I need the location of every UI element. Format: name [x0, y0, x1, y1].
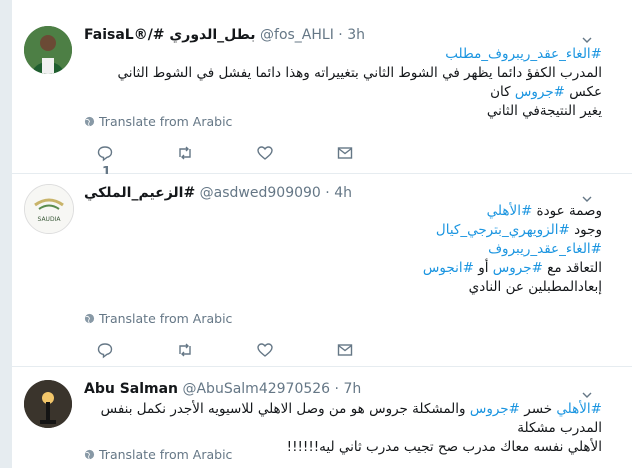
tweet-line: المدرب الكفؤ دائما يظهر في الشوط الثاني …	[84, 64, 602, 102]
hashtag-link[interactable]: #جروس	[470, 401, 520, 417]
separator: ·	[334, 381, 339, 397]
display-name[interactable]: FaisaL®/# بطل_الدوري	[84, 27, 256, 43]
tweet-text-segment: أو	[473, 260, 493, 276]
like-button[interactable]	[256, 143, 274, 163]
tweet[interactable]: SAUDIA الزعيم_الملكي# @asdwed909090 · 4h…	[12, 174, 632, 367]
timestamp[interactable]: 3h	[347, 27, 365, 43]
tweet-text-segment: التعاقد مع	[542, 260, 602, 276]
user-handle[interactable]: @fos_AHLI	[260, 27, 334, 43]
tweet-text: وصمة عودة #الأهلي وجود #الزويهري_بترجي_كي…	[84, 202, 602, 297]
separator: ·	[338, 27, 343, 43]
retweet-button[interactable]	[176, 143, 194, 163]
avatar-logo-text: SAUDIA	[38, 216, 62, 223]
tweet-text-segment: خسر	[519, 401, 557, 417]
tweet-text-segment: وجود	[569, 222, 602, 238]
translate-link[interactable]: Translate from Arabic	[84, 113, 232, 131]
reply-icon	[97, 145, 113, 161]
translate-link[interactable]: Translate from Arabic	[84, 310, 232, 328]
message-button[interactable]	[336, 143, 354, 163]
tweet-line: وصمة عودة #الأهلي	[84, 202, 602, 221]
chevron-down-icon[interactable]	[582, 385, 592, 398]
retweet-icon	[179, 146, 191, 159]
chevron-down-icon[interactable]	[582, 189, 592, 202]
tweet[interactable]: Abu Salman @AbuSalm42970526 · 7h #الأهلي…	[12, 367, 632, 468]
display-name[interactable]: Abu Salman	[84, 381, 178, 397]
message-button[interactable]	[336, 340, 354, 360]
tweet-header: Abu Salman @AbuSalm42970526 · 7h	[84, 379, 361, 399]
envelope-icon	[337, 343, 353, 356]
heart-icon	[257, 342, 273, 357]
timeline: FaisaL®/# بطل_الدوري @fos_AHLI · 3h #الغ…	[12, 0, 632, 468]
retweet-icon	[179, 343, 191, 356]
separator: ·	[325, 185, 330, 201]
tweet-line: إبعادالمطبلين عن النادي	[84, 278, 602, 297]
like-button[interactable]	[256, 340, 274, 360]
reply-button[interactable]: 1	[96, 143, 114, 180]
user-handle[interactable]: @asdwed909090	[200, 185, 321, 201]
tweet-line: وجود #الزويهري_بترجي_كيال	[84, 221, 602, 240]
tweet[interactable]: FaisaL®/# بطل_الدوري @fos_AHLI · 3h #الغ…	[12, 0, 632, 180]
tweet-text-segment: يغير النتيجةفي الثاني	[486, 103, 602, 119]
globe-icon	[84, 313, 95, 324]
hashtag-link[interactable]: #انجوس	[423, 260, 474, 276]
tweet-header: FaisaL®/# بطل_الدوري @fos_AHLI · 3h	[84, 25, 365, 45]
avatar[interactable]	[24, 26, 72, 74]
hashtag-link[interactable]: #الزويهري_بترجي_كيال	[436, 222, 570, 238]
translate-label: Translate from Arabic	[99, 447, 233, 462]
hashtag-link[interactable]: #الأهلي	[556, 401, 602, 417]
translate-link[interactable]: Translate from Arabic	[84, 446, 232, 464]
hashtag-link[interactable]: #جروس	[515, 84, 565, 100]
translate-label: Translate from Arabic	[99, 114, 233, 129]
hashtag-link[interactable]: #جروس	[493, 260, 543, 276]
tweet-line: #الغاء_عقد_ريبروف_مطلب	[84, 45, 602, 64]
chevron-down-icon[interactable]	[582, 30, 592, 43]
tweet-text-segment: الأهلي نفسه معاك مدرب صح تجيب مدرب ثاني …	[286, 439, 602, 455]
heart-icon	[257, 145, 273, 160]
tweet-text-segment: إبعادالمطبلين عن النادي	[468, 279, 602, 295]
user-handle[interactable]: @AbuSalm42970526	[182, 381, 330, 397]
reply-button[interactable]	[96, 340, 114, 360]
tweet-text-segment: كان	[490, 84, 515, 100]
reply-icon	[97, 342, 113, 358]
hashtag-link[interactable]: #الغاء_عقد_ريبروف	[488, 241, 602, 257]
timestamp[interactable]: 4h	[334, 185, 352, 201]
translate-label: Translate from Arabic	[99, 311, 233, 326]
tweet-header: الزعيم_الملكي# @asdwed909090 · 4h	[84, 183, 352, 203]
avatar[interactable]	[24, 380, 72, 428]
timestamp[interactable]: 7h	[343, 381, 361, 397]
tweet-text: #الغاء_عقد_ريبروف_مطلب المدرب الكفؤ دائما…	[84, 45, 602, 121]
globe-icon	[84, 449, 95, 460]
retweet-button[interactable]	[176, 340, 194, 360]
avatar[interactable]: SAUDIA	[24, 184, 74, 234]
hashtag-link[interactable]: #الأهلي	[487, 203, 533, 219]
tweet-line: #الأهلي خسر #جروس والمشكلة جروس هو من وص…	[84, 400, 602, 438]
tweet-text-segment: وصمة عودة	[532, 203, 602, 219]
tweet-line: #الغاء_عقد_ريبروف	[84, 240, 602, 259]
globe-icon	[84, 116, 95, 127]
envelope-icon	[337, 146, 353, 159]
hashtag-link[interactable]: #الغاء_عقد_ريبروف_مطلب	[445, 46, 602, 62]
tweet-line: التعاقد مع #جروس أو #انجوس	[84, 259, 602, 278]
display-name[interactable]: الزعيم_الملكي#	[84, 185, 195, 201]
